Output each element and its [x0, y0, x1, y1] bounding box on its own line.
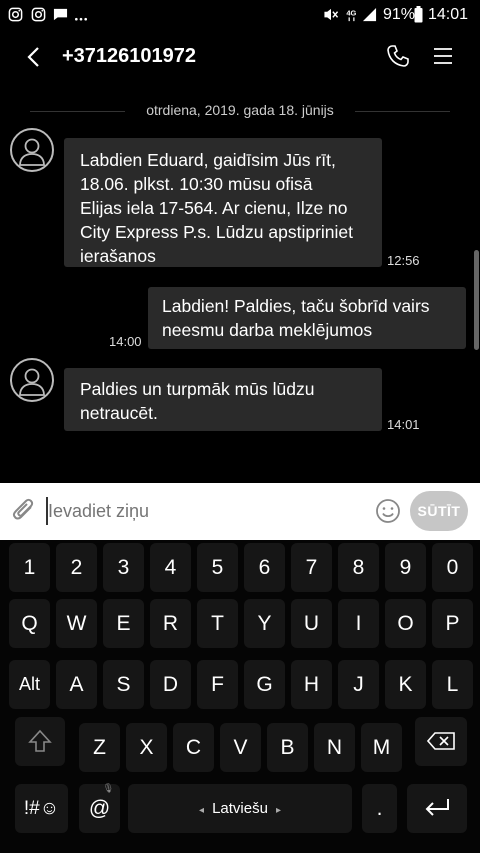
date-separator-text: otrdiena, 2019. gada 18. jūnijs	[146, 102, 334, 118]
message-line: Paldies un turpmāk mūs lūdzu	[80, 379, 315, 399]
key-o[interactable]: O	[385, 599, 426, 648]
backspace-key[interactable]	[415, 717, 467, 766]
battery-icon	[414, 6, 423, 23]
key-n[interactable]: N	[314, 723, 355, 772]
signal-icon	[362, 7, 377, 22]
key-h[interactable]: H	[291, 660, 332, 709]
mute-icon	[324, 8, 339, 21]
key-s[interactable]: S	[103, 660, 144, 709]
message-line: Labdien Eduard, gaidīsim Jūs rīt,	[80, 150, 336, 170]
key-alt[interactable]: Alt	[9, 660, 50, 709]
svg-text:4G: 4G	[346, 8, 356, 17]
instagram-icon	[8, 7, 23, 22]
key-u[interactable]: U	[291, 599, 332, 648]
message-line: netraucēt.	[80, 403, 158, 423]
message-line: Elijas iela 17-564. Ar cienu, Ilze no	[80, 198, 348, 218]
key-1[interactable]: 1	[9, 543, 50, 592]
message-input[interactable]	[44, 497, 368, 525]
key-c[interactable]: C	[173, 723, 214, 772]
conversation-header: +37126101972	[0, 30, 480, 86]
battery-percentage: 91%	[383, 6, 416, 23]
key-k[interactable]: K	[385, 660, 426, 709]
spacebar-key[interactable]: ◂ Latviešu ▸	[128, 784, 352, 833]
key-r[interactable]: R	[150, 599, 191, 648]
at-key-label: @	[88, 797, 111, 820]
message-notification-icon	[53, 8, 68, 21]
key-x[interactable]: X	[126, 723, 167, 772]
key-6[interactable]: 6	[244, 543, 285, 592]
menu-icon[interactable]	[433, 46, 453, 66]
key-d[interactable]: D	[150, 660, 191, 709]
message-line: City Express P.s. Lūdzu apstipriniet	[80, 222, 354, 242]
language-label: Latviešu	[212, 800, 268, 817]
message-timestamp: 12:56	[387, 253, 420, 268]
key-z[interactable]: Z	[79, 723, 120, 772]
emoji-icon[interactable]	[375, 498, 401, 524]
enter-arrow-icon	[425, 799, 449, 816]
shift-arrow-icon	[28, 729, 52, 752]
key-0[interactable]: 0	[432, 543, 473, 592]
status-time: 14:01	[428, 6, 469, 23]
incoming-message-bubble[interactable]: Paldies un turpmāk mūs lūdzu netraucēt.	[64, 368, 382, 431]
instagram-icon-2	[31, 7, 46, 22]
key-9[interactable]: 9	[385, 543, 426, 592]
network-4g-icon: 4G	[346, 8, 357, 22]
key-p[interactable]: P	[432, 599, 473, 648]
send-button[interactable]: SŪTĪT	[410, 491, 468, 531]
chat-scrollbar[interactable]	[474, 250, 479, 350]
phone-call-icon[interactable]	[386, 44, 410, 68]
message-line: neesmu darba meklējumos	[162, 320, 373, 340]
contact-avatar[interactable]	[10, 358, 54, 402]
key-j[interactable]: J	[338, 660, 379, 709]
key-a[interactable]: A	[56, 660, 97, 709]
key-t[interactable]: T	[197, 599, 238, 648]
microphone-icon: 🎙	[102, 783, 114, 793]
back-arrow-icon[interactable]	[24, 46, 44, 68]
message-line: 18.06. plkst. 10:30 mūsu ofisā	[80, 174, 313, 194]
person-icon	[19, 138, 45, 166]
language-prev-icon: ◂	[199, 805, 205, 816]
message-line: ierašanos	[80, 246, 156, 266]
key-g[interactable]: G	[244, 660, 285, 709]
language-next-icon: ▸	[275, 805, 281, 816]
shift-key[interactable]	[15, 717, 65, 766]
key-b[interactable]: B	[267, 723, 308, 772]
key-7[interactable]: 7	[291, 543, 332, 592]
key-m[interactable]: M	[361, 723, 402, 772]
message-composer: SŪTĪT	[0, 483, 480, 540]
key-e[interactable]: E	[103, 599, 144, 648]
status-bar: 4G 91% 14:01	[0, 0, 480, 30]
key-5[interactable]: 5	[197, 543, 238, 592]
person-icon	[19, 368, 45, 396]
contact-avatar[interactable]	[10, 128, 54, 172]
symbols-key[interactable]: !#☺	[15, 784, 68, 833]
contact-phone-number: +37126101972	[62, 45, 197, 67]
key-3[interactable]: 3	[103, 543, 144, 592]
message-timestamp: 14:00	[109, 334, 142, 349]
period-key[interactable]: .	[362, 784, 397, 833]
key-y[interactable]: Y	[244, 599, 285, 648]
key-w[interactable]: W	[56, 599, 97, 648]
outgoing-message-bubble[interactable]: Labdien! Paldies, taču šobrīd vairs nees…	[148, 287, 466, 349]
attachment-icon[interactable]	[10, 497, 38, 525]
key-q[interactable]: Q	[9, 599, 50, 648]
incoming-message-bubble[interactable]: Labdien Eduard, gaidīsim Jūs rīt, 18.06.…	[64, 138, 382, 267]
date-separator: otrdiena, 2019. gada 18. jūnijs	[0, 100, 480, 122]
message-timestamp: 14:01	[387, 417, 420, 432]
enter-key[interactable]	[407, 784, 467, 833]
message-line: Labdien! Paldies, taču šobrīd vairs	[162, 296, 430, 316]
more-notifications-icon	[75, 17, 87, 21]
backspace-icon	[427, 732, 455, 750]
at-key[interactable]: @ 🎙	[79, 783, 120, 833]
key-f[interactable]: F	[197, 660, 238, 709]
key-4[interactable]: 4	[150, 543, 191, 592]
key-v[interactable]: V	[220, 723, 261, 772]
on-screen-keyboard: 1234567890 QWERTYUIOP Alt A S D F G H J K L ZXCVB…	[0, 540, 480, 853]
key-l[interactable]: L	[432, 660, 473, 709]
key-2[interactable]: 2	[56, 543, 97, 592]
key-8[interactable]: 8	[338, 543, 379, 592]
key-i[interactable]: I	[338, 599, 379, 648]
